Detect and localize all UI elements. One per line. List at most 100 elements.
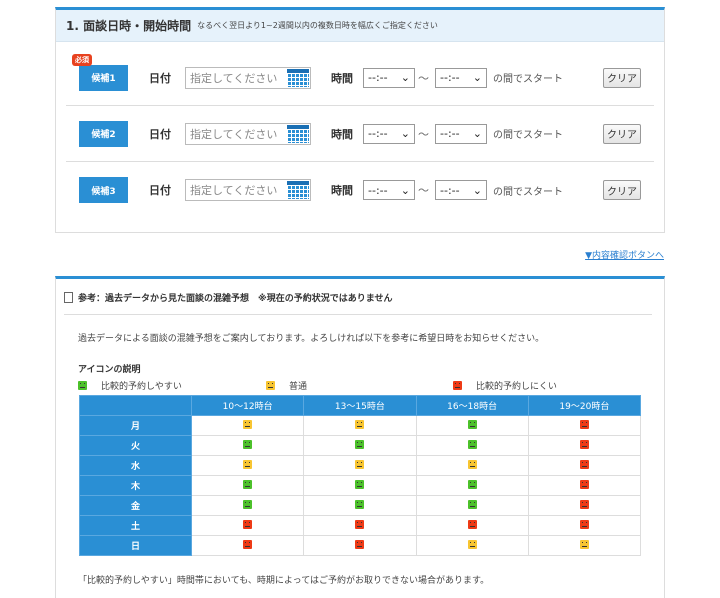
green-face-icon bbox=[355, 479, 365, 489]
clear-button[interactable]: クリア bbox=[603, 123, 641, 144]
forecast-cell bbox=[415, 415, 529, 436]
forecast-cell bbox=[190, 535, 305, 556]
forecast-cell bbox=[415, 435, 529, 456]
red-face-icon bbox=[579, 479, 589, 489]
red-face-icon bbox=[579, 459, 589, 469]
calendar-icon[interactable] bbox=[287, 68, 309, 87]
green-face-icon bbox=[78, 381, 87, 390]
congestion-forecast-section: 参考：過去データから見た面談の混雑予想 ※現在の予約状況ではありません 過去デー… bbox=[55, 276, 665, 598]
forecast-cell bbox=[190, 495, 305, 516]
forecast-cell bbox=[527, 435, 642, 456]
green-face-icon bbox=[355, 439, 365, 449]
forecast-cell bbox=[527, 495, 642, 516]
start-time-select[interactable]: --:-- ⌄ bbox=[363, 180, 415, 200]
forecast-cell bbox=[527, 415, 642, 436]
red-face-icon bbox=[453, 381, 462, 390]
tilde: ～ bbox=[418, 127, 429, 141]
calendar-icon[interactable] bbox=[287, 124, 309, 143]
date-input[interactable]: 指定してください bbox=[185, 122, 311, 145]
yellow-face-icon bbox=[243, 419, 253, 429]
icon-legend-heading: アイコンの説明 bbox=[78, 365, 141, 375]
chevron-down-icon: ⌄ bbox=[472, 71, 482, 84]
chevron-down-icon: ⌄ bbox=[400, 183, 410, 197]
forecast-cell bbox=[415, 475, 529, 496]
day-cell: 金 bbox=[79, 495, 192, 516]
section-title: 1. 面談日時・開始時間 bbox=[66, 19, 192, 33]
legend-label: 比較的予約しにくい bbox=[476, 382, 557, 392]
required-badge: 必須 bbox=[72, 53, 92, 66]
chevron-down-icon: ⌄ bbox=[472, 127, 482, 140]
start-time-select[interactable]: --:-- ⌄ bbox=[363, 123, 415, 144]
forecast-cell bbox=[303, 455, 417, 476]
calendar-icon[interactable] bbox=[287, 181, 309, 199]
interview-datetime-section: 1. 面談日時・開始時間 なるべく翌日より1~2週間以内の複数日時を幅広くご指定… bbox=[55, 7, 665, 233]
candidate-row: 候補3 日付 指定してください 時間 --:-- ⌄ ～ --:-- ⌄ の間でスタ… bbox=[66, 162, 654, 218]
red-face-icon bbox=[243, 539, 253, 549]
green-face-icon bbox=[355, 499, 365, 509]
green-face-icon bbox=[467, 419, 477, 429]
forecast-cell bbox=[303, 535, 417, 556]
column-header: 13～15時台 bbox=[303, 395, 417, 416]
clear-button[interactable]: クリア bbox=[603, 180, 641, 200]
legend-item: 比較的予約しやすい bbox=[78, 379, 182, 392]
red-face-icon bbox=[467, 519, 477, 529]
green-face-icon bbox=[243, 439, 253, 449]
chevron-down-icon: ⌄ bbox=[400, 71, 410, 84]
end-time-select[interactable]: --:-- ⌄ bbox=[435, 180, 487, 200]
start-between-text: の間でスタート bbox=[493, 130, 563, 141]
date-label: 日付 bbox=[149, 127, 171, 141]
day-cell: 火 bbox=[79, 435, 192, 456]
candidate-text: 候補1 bbox=[91, 74, 116, 84]
to-confirm-button-link[interactable]: ▼内容確認ボタンへ bbox=[585, 248, 664, 261]
yellow-face-icon bbox=[266, 381, 275, 390]
candidate-label: 候補3 bbox=[79, 177, 128, 203]
start-between-text: の間でスタート bbox=[493, 186, 563, 198]
start-between-text: の間でスタート bbox=[493, 74, 563, 85]
green-face-icon bbox=[467, 499, 477, 509]
table-row: 火 bbox=[79, 435, 642, 456]
forecast-cell bbox=[190, 415, 305, 436]
date-placeholder: 指定してください bbox=[190, 184, 278, 197]
green-face-icon bbox=[243, 479, 253, 489]
clear-button[interactable]: クリア bbox=[603, 67, 641, 88]
forecast-cell bbox=[303, 415, 417, 436]
date-input[interactable]: 指定してください bbox=[185, 66, 311, 89]
forecast-cell bbox=[527, 535, 642, 556]
red-face-icon bbox=[579, 439, 589, 449]
day-cell: 水 bbox=[79, 455, 192, 476]
forecast-cell bbox=[415, 455, 529, 476]
document-icon bbox=[64, 292, 73, 303]
forecast-cell bbox=[190, 475, 305, 496]
tilde: ～ bbox=[418, 71, 429, 85]
select-value: --:-- bbox=[368, 183, 388, 197]
red-face-icon bbox=[355, 519, 365, 529]
yellow-face-icon bbox=[243, 459, 253, 469]
forecast-cell bbox=[415, 535, 529, 556]
select-value: --:-- bbox=[440, 71, 460, 84]
section-subtitle: なるべく翌日より1~2週間以内の複数日時を幅広くご指定ください bbox=[197, 21, 438, 30]
date-input[interactable]: 指定してください bbox=[185, 179, 311, 201]
tilde: ～ bbox=[418, 184, 429, 197]
start-time-select[interactable]: --:-- ⌄ bbox=[363, 67, 415, 88]
red-face-icon bbox=[243, 519, 253, 529]
green-face-icon bbox=[243, 499, 253, 509]
section-header: 1. 面談日時・開始時間 なるべく翌日より1~2週間以内の複数日時を幅広くご指定… bbox=[56, 10, 664, 42]
select-value: --:-- bbox=[440, 183, 460, 197]
table-row: 水 bbox=[79, 455, 642, 476]
chevron-down-icon: ⌄ bbox=[472, 183, 482, 197]
forecast-cell bbox=[190, 455, 305, 476]
date-placeholder: 指定してください bbox=[190, 127, 278, 141]
yellow-face-icon bbox=[467, 539, 477, 549]
table-row: 土 bbox=[79, 515, 642, 536]
yellow-face-icon bbox=[467, 459, 477, 469]
forecast-cell bbox=[190, 435, 305, 456]
red-face-icon bbox=[579, 519, 589, 529]
forecast-cell bbox=[415, 495, 529, 516]
table-row: 金 bbox=[79, 495, 642, 516]
candidate-row: 候補2 日付 指定してください 時間 --:-- ⌄ ～ --:-- ⌄ の間でスタ… bbox=[66, 106, 654, 162]
end-time-select[interactable]: --:-- ⌄ bbox=[435, 123, 487, 144]
table-row: 木 bbox=[79, 475, 642, 496]
end-time-select[interactable]: --:-- ⌄ bbox=[435, 67, 487, 88]
legend-item: 比較的予約しにくい bbox=[453, 379, 557, 392]
candidate-text: 候補3 bbox=[91, 186, 116, 197]
